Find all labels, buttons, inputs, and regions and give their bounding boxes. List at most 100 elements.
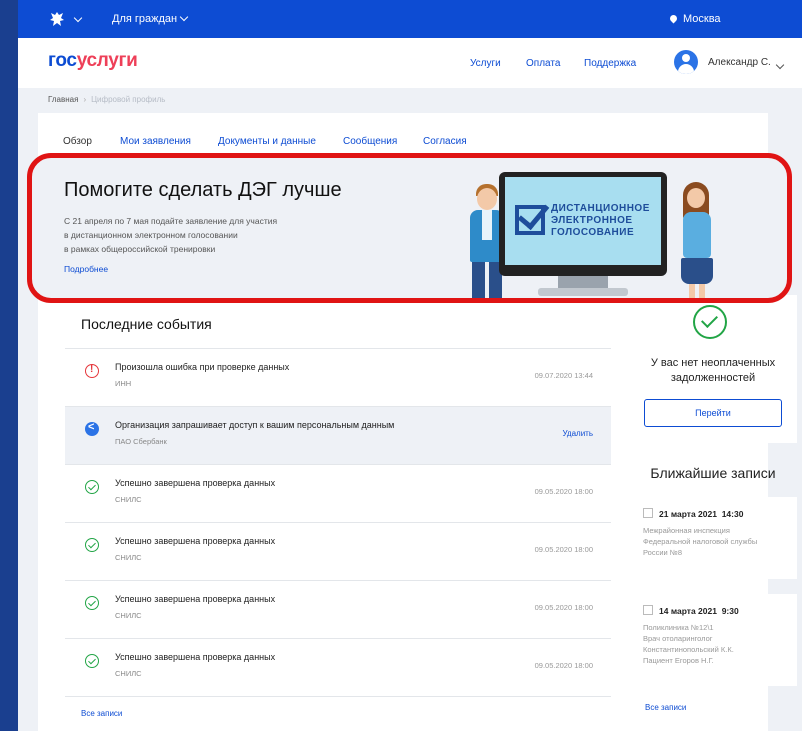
appointment-line: Поликлиника №12\1 — [643, 623, 714, 632]
breadcrumb: Главная › Цифровой профиль — [48, 95, 165, 104]
monitor-screen: ДИСТАНЦИОННОЕ ЭЛЕКТРОННОЕ ГОЛОСОВАНИЕ — [505, 177, 661, 265]
event-row[interactable]: Успешно завершена проверка данных СНИЛС … — [65, 580, 611, 638]
event-date: 09.05.2020 18:00 — [534, 661, 593, 670]
all-appointments-link[interactable]: Все записи — [645, 703, 686, 712]
calendar-icon — [643, 605, 653, 615]
monitor-illustration: ДИСТАНЦИОННОЕ ЭЛЕКТРОННОЕ ГОЛОСОВАНИЕ — [499, 172, 667, 276]
coat-of-arms-icon[interactable] — [48, 10, 66, 28]
appointment-datetime: 21 марта 2021 14:30 — [643, 507, 743, 519]
gosuslugi-logo[interactable]: госуслуги — [48, 50, 138, 72]
event-list-divider — [65, 696, 611, 698]
banner-more-link[interactable]: Подробнее — [64, 264, 108, 274]
banner-text-line: С 21 апреля по 7 мая подайте заявление д… — [64, 216, 278, 226]
appointment-line: Константинопольский К.К. — [643, 645, 734, 654]
tab-my-applications[interactable]: Мои заявления — [120, 136, 191, 147]
appointment-time: 14:30 — [721, 509, 744, 519]
nav-payment[interactable]: Оплата — [526, 58, 560, 69]
event-date: 09.05.2020 18:00 — [534, 603, 593, 612]
event-title: Успешно завершена проверка данных — [115, 594, 276, 604]
share-icon — [85, 421, 99, 436]
avatar-body — [678, 64, 694, 74]
error-icon — [85, 364, 99, 378]
citizens-menu[interactable]: Для граждан — [112, 12, 189, 25]
city-label: Москва — [683, 13, 721, 25]
appointment-line: России №8 — [643, 548, 683, 557]
deg-promo-banner[interactable]: Помогите сделать ДЭГ лучше С 21 апреля п… — [27, 153, 792, 303]
tab-messages[interactable]: Сообщения — [343, 136, 397, 147]
event-title: Успешно завершена проверка данных — [115, 652, 276, 662]
event-subtitle: СНИЛС — [115, 495, 142, 504]
appointment-card[interactable]: 14 марта 2021 9:30 Поликлиника №12\1 Вра… — [629, 594, 797, 686]
location-pin-icon — [668, 13, 679, 24]
events-title: Последние события — [81, 316, 212, 332]
appointment-line: Федеральной налоговой службы — [643, 537, 758, 546]
tab-consents[interactable]: Согласия — [423, 136, 467, 147]
all-events-link[interactable]: Все записи — [81, 709, 122, 718]
event-title: Успешно завершена проверка данных — [115, 536, 276, 546]
calendar-icon — [643, 508, 653, 518]
nav-services[interactable]: Услуги — [470, 58, 501, 69]
appointment-line: Межрайонная инспекция — [643, 526, 730, 535]
appointment-card[interactable]: 21 марта 2021 14:30 Межрайонная инспекци… — [629, 497, 797, 579]
chevron-down-icon — [179, 12, 189, 22]
event-subtitle: СНИЛС — [115, 669, 142, 678]
event-title: Организация запрашивает доступ к вашим п… — [115, 420, 395, 430]
event-row[interactable]: Успешно завершена проверка данных СНИЛС … — [65, 464, 611, 522]
top-bar: Для граждан Москва — [18, 0, 802, 38]
event-title: Произошла ошибка при проверке данных — [115, 362, 290, 372]
check-icon — [85, 480, 99, 494]
logo-part-uslugi: услуги — [76, 50, 138, 71]
event-date: 09.05.2020 18:00 — [534, 545, 593, 554]
site-header: госуслуги Услуги Оплата Поддержка Алекса… — [18, 38, 802, 88]
event-date: 09.07.2020 13:44 — [534, 371, 593, 380]
tab-overview[interactable]: Обзор — [63, 136, 92, 147]
debt-status-text: У вас нет неоплаченных задолженностей — [629, 356, 797, 386]
tab-documents-data[interactable]: Документы и данные — [218, 136, 316, 147]
appointment-datetime: 14 марта 2021 9:30 — [643, 604, 739, 616]
debt-status-line1: У вас нет неоплаченных — [650, 357, 776, 369]
success-check-icon — [693, 305, 727, 339]
event-subtitle: СНИЛС — [115, 553, 142, 562]
city-selector[interactable]: Москва — [668, 13, 721, 25]
debt-card: У вас нет неоплаченных задолженностей Пе… — [629, 295, 797, 443]
banner-text-line: в рамках общероссийской тренировки — [64, 244, 216, 254]
user-menu-chevron-down-icon[interactable] — [773, 57, 785, 75]
woman-illustration — [677, 180, 722, 298]
screen-line: ЭЛЕКТРОННОЕ — [551, 215, 633, 226]
appointment-date: 21 марта 2021 — [659, 509, 717, 519]
event-subtitle: СНИЛС — [115, 611, 142, 620]
banner-text-line: в дистанционном электронном голосовании — [64, 230, 238, 240]
user-name[interactable]: Александр С. — [708, 57, 771, 68]
debt-status-line2: задолженностей — [670, 372, 756, 384]
appointments-title: Ближайшие записи — [650, 465, 776, 481]
avatar-head — [682, 54, 690, 62]
go-button[interactable]: Перейти — [644, 399, 782, 427]
event-date: 09.05.2020 18:00 — [534, 487, 593, 496]
appointment-details: Поликлиника №12\1 Врач отоларинголог Кон… — [643, 622, 793, 666]
screen-line: ГОЛОСОВАНИЕ — [551, 227, 635, 238]
event-row[interactable]: Организация запрашивает доступ к вашим п… — [65, 406, 611, 464]
nav-support[interactable]: Поддержка — [584, 58, 636, 69]
citizens-menu-label: Для граждан — [112, 13, 178, 25]
logo-part-gos: гос — [48, 50, 77, 71]
region-chevron-down-icon[interactable] — [71, 13, 83, 26]
event-subtitle: ПАО Сбербанк — [115, 437, 167, 446]
event-row[interactable]: Произошла ошибка при проверке данных ИНН… — [65, 348, 611, 406]
check-icon — [85, 538, 99, 552]
avatar[interactable] — [674, 50, 698, 74]
appointment-line: Пациент Егоров Н.Г. — [643, 656, 714, 665]
banner-text: С 21 апреля по 7 мая подайте заявление д… — [64, 214, 324, 256]
appointment-details: Межрайонная инспекция Федеральной налого… — [643, 525, 793, 558]
gosuslugi-window: Для граждан Москва госуслуги Услуги Опла… — [18, 0, 802, 731]
delete-link[interactable]: Удалить — [562, 429, 593, 438]
breadcrumb-home[interactable]: Главная — [48, 95, 78, 104]
event-title: Успешно завершена проверка данных — [115, 478, 276, 488]
appointment-line: Врач отоларинголог — [643, 634, 713, 643]
check-icon — [85, 596, 99, 610]
breadcrumb-current: Цифровой профиль — [91, 95, 166, 104]
event-row[interactable]: Успешно завершена проверка данных СНИЛС … — [65, 638, 611, 696]
event-row[interactable]: Успешно завершена проверка данных СНИЛС … — [65, 522, 611, 580]
breadcrumb-separator: › — [83, 95, 87, 104]
monitor-stand-base — [538, 288, 628, 296]
event-subtitle: ИНН — [115, 379, 132, 388]
